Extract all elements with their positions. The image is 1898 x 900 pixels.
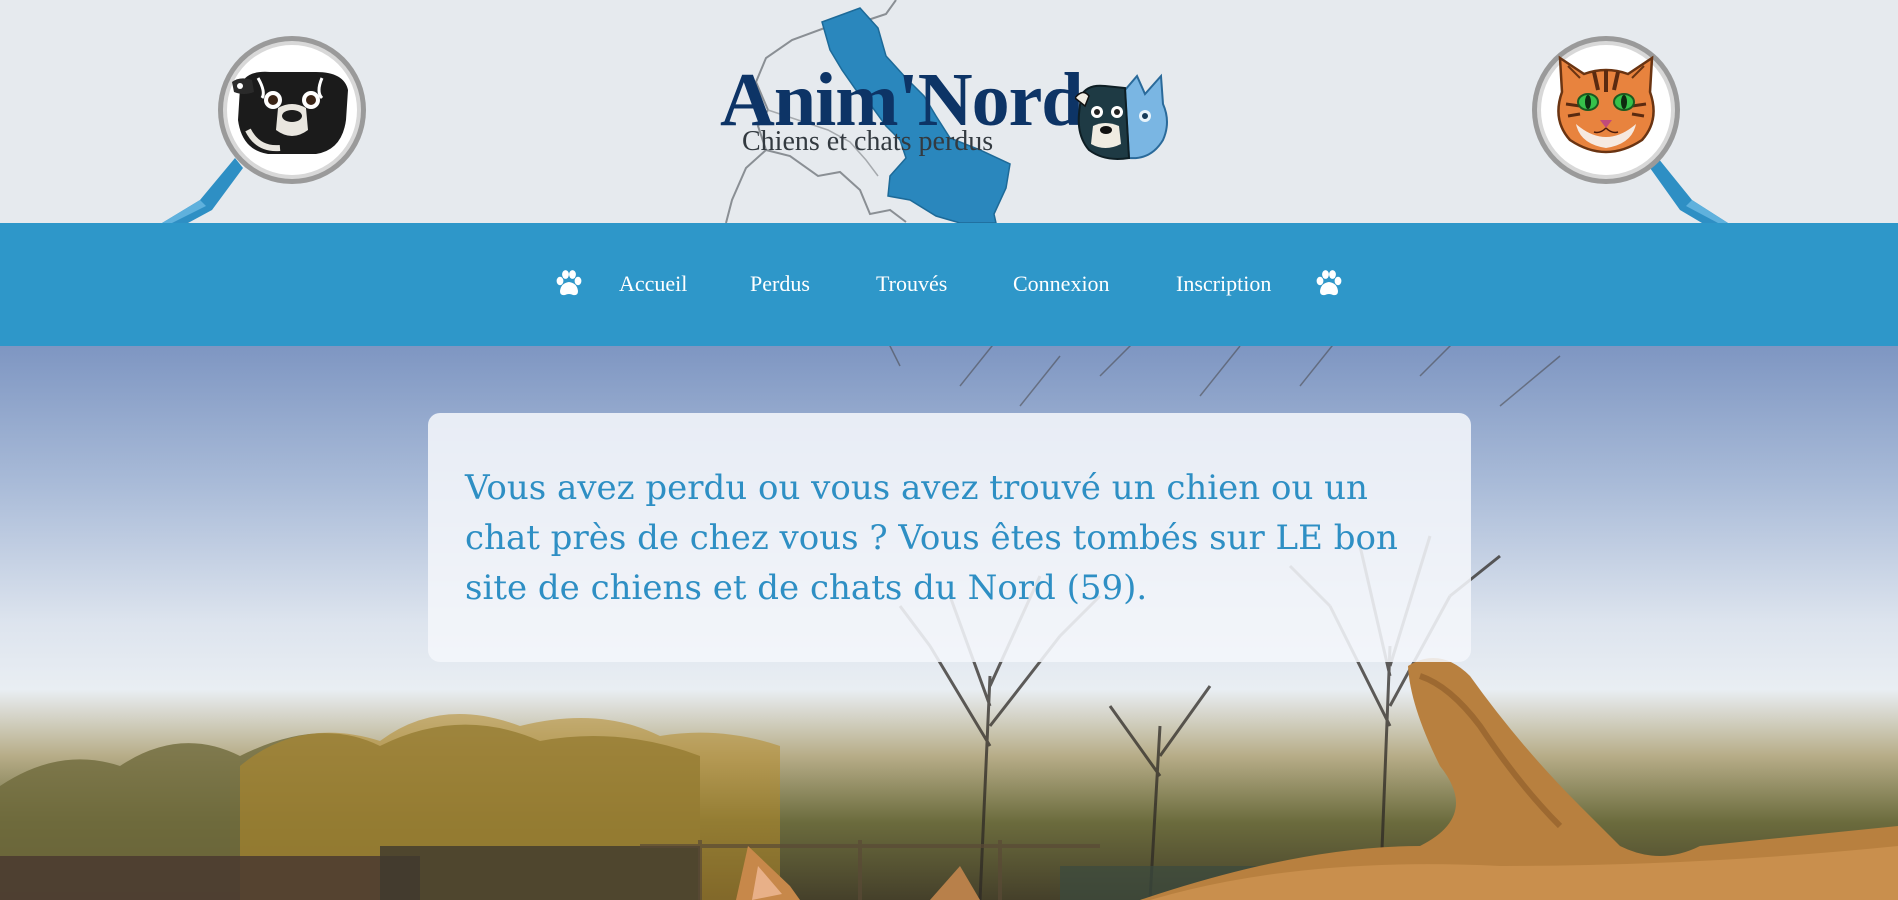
brand-subtitle: Chiens et chats perdus [742, 126, 994, 157]
cat-magnifier-icon [1510, 0, 1750, 223]
main-nav: Accueil Perdus Trouvés Connexion Inscrip… [0, 223, 1898, 346]
paw-icon [1316, 270, 1342, 296]
nav-item-inscription[interactable]: Inscription [1176, 271, 1271, 297]
intro-text: Vous avez perdu ou vous avez trouvé un c… [465, 468, 1398, 608]
hero-section: Vous avez perdu ou vous avez trouvé un c… [0, 346, 1898, 900]
paw-icon [556, 270, 582, 296]
nav-item-trouves[interactable]: Trouvés [876, 271, 947, 297]
brand-logo[interactable]: Anim'Nord Chiens et chats perdus [700, 0, 1200, 223]
intro-card: Vous avez perdu ou vous avez trouvé un c… [428, 413, 1471, 662]
nav-item-connexion[interactable]: Connexion [1013, 271, 1110, 297]
site-header: Anim'Nord Chiens et chats perdus [0, 0, 1898, 223]
dog-cat-mascot-icon [1075, 73, 1168, 160]
nav-item-accueil[interactable]: Accueil [619, 271, 687, 297]
dog-magnifier-icon [140, 0, 380, 223]
nav-item-perdus[interactable]: Perdus [750, 271, 810, 297]
